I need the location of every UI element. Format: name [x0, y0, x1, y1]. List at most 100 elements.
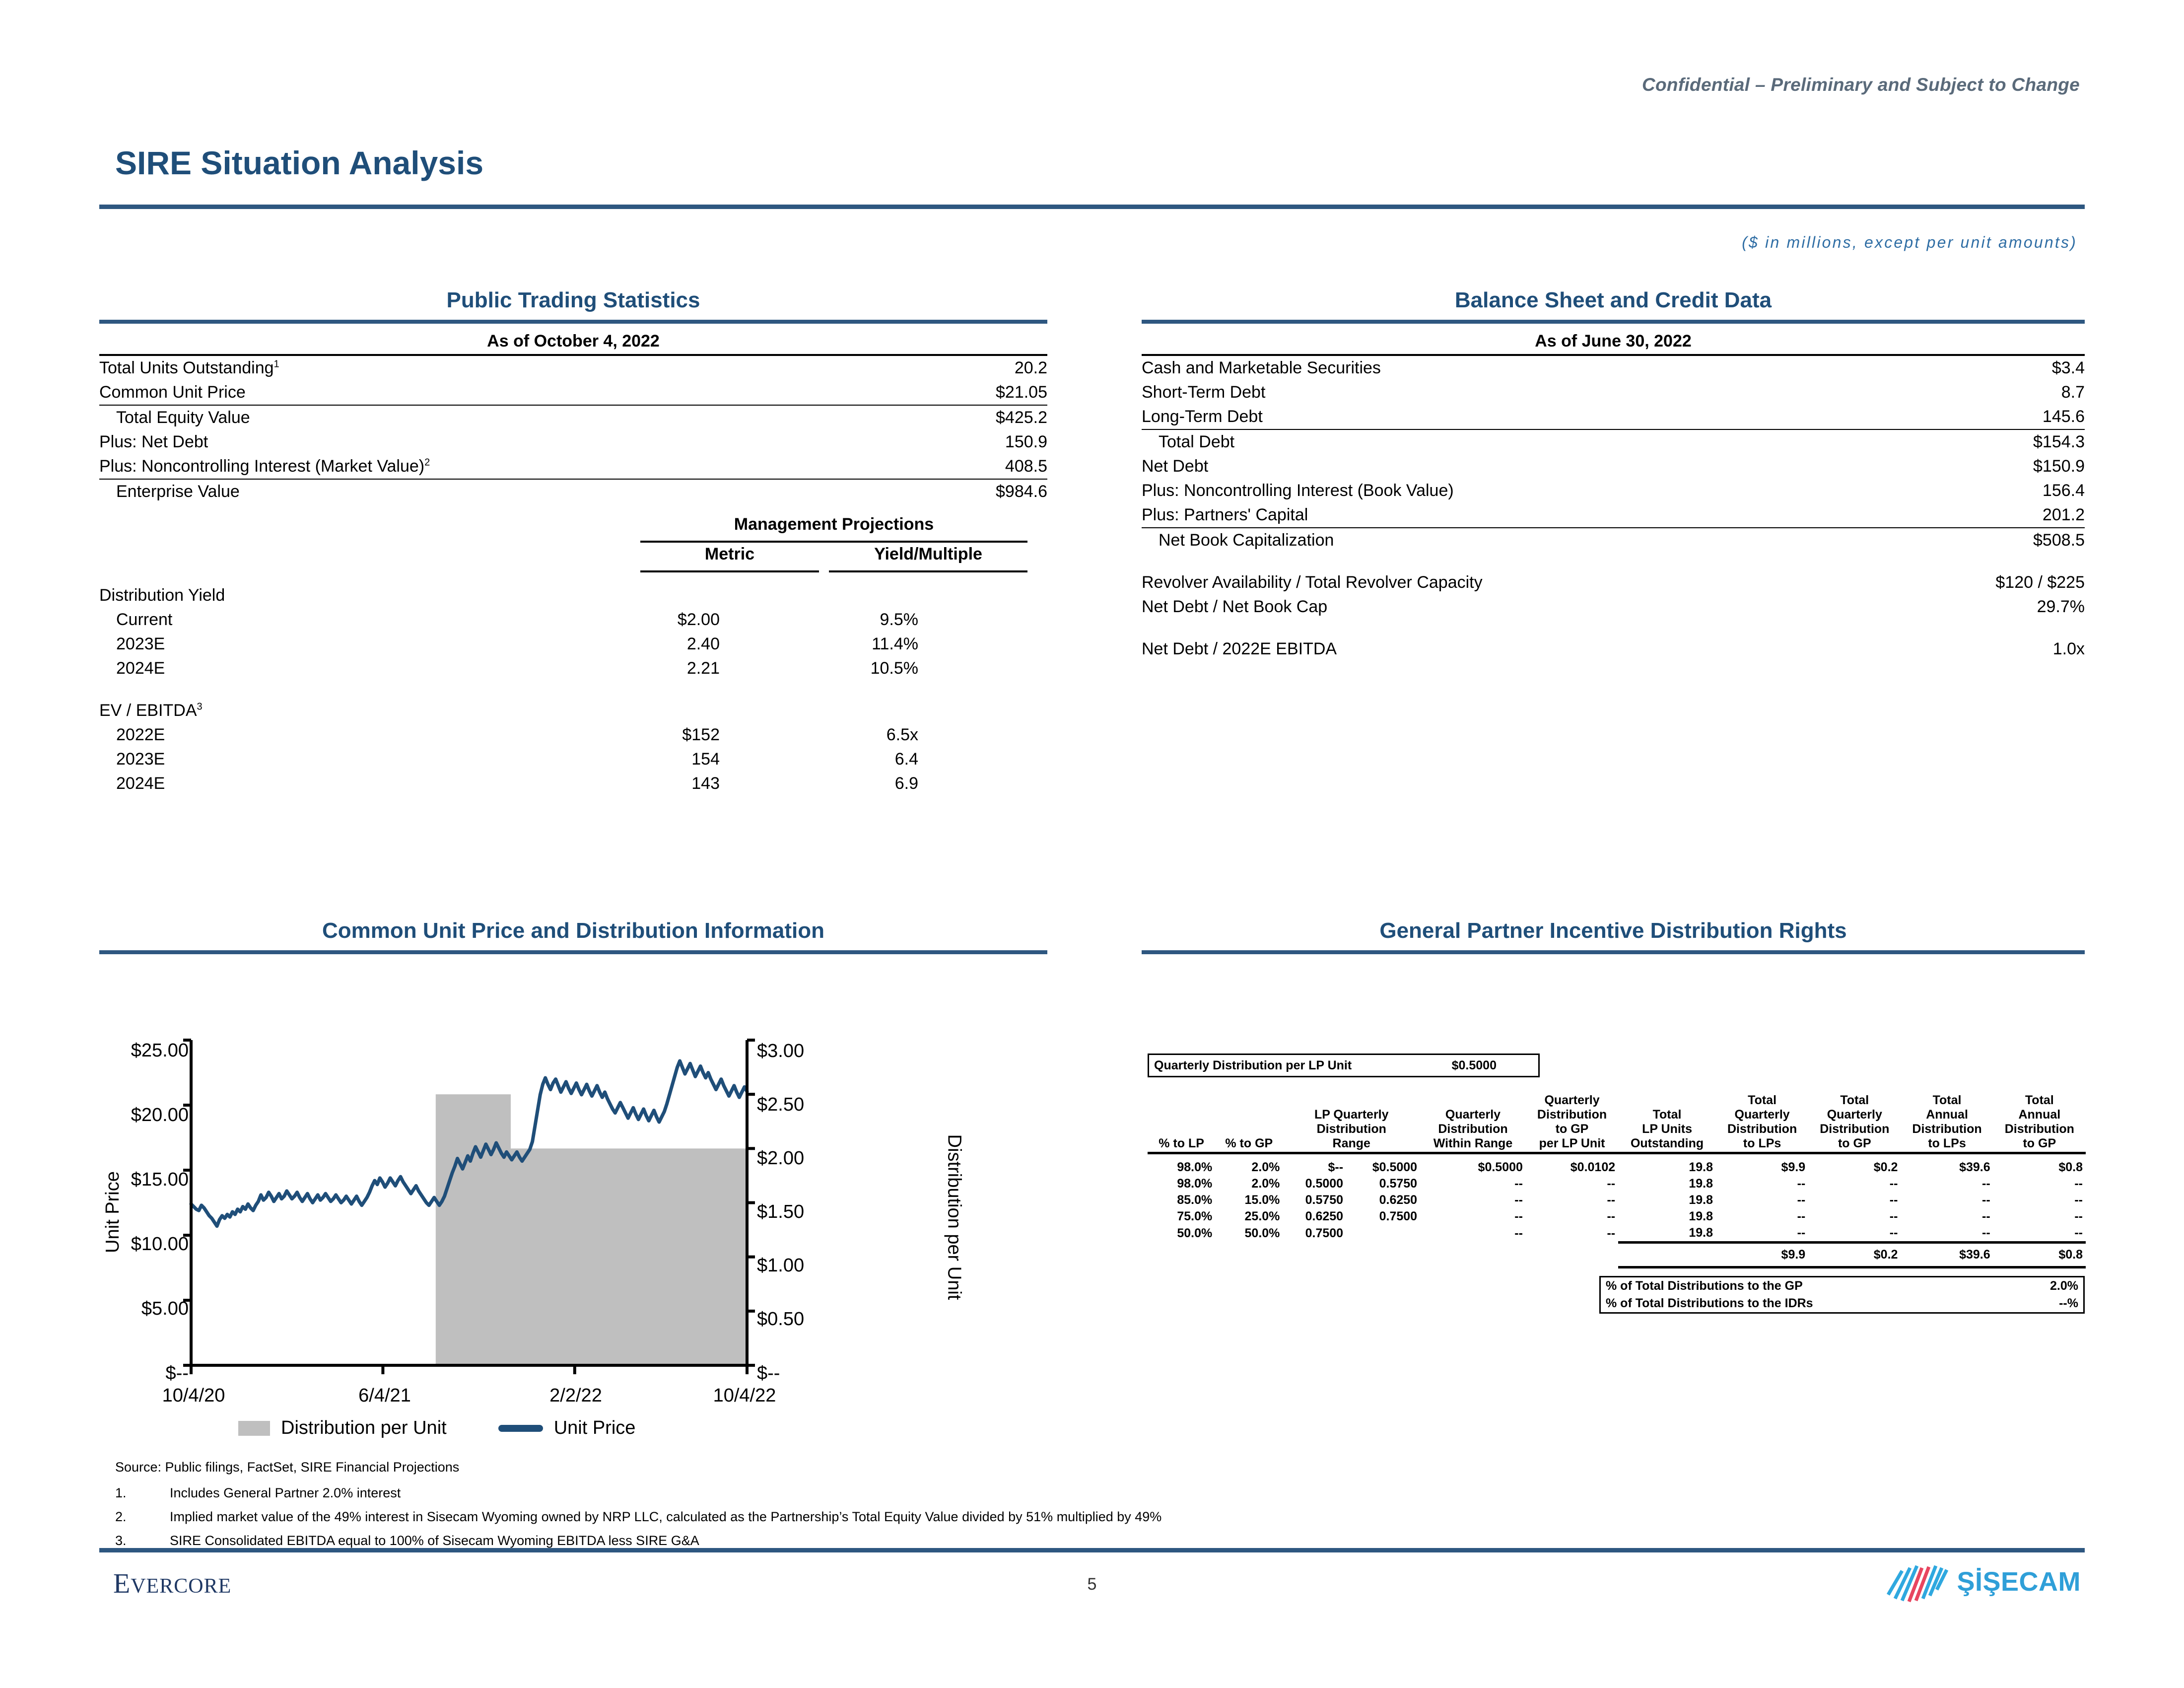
idr-cell-ta-gp: -- — [2074, 1177, 2083, 1191]
public-trading-panel: Public Trading Statistics As of October … — [99, 288, 1047, 796]
idr-cell-to-gp-per-unit: -- — [1607, 1177, 1616, 1191]
idr-panel-title: General Partner Incentive Distribution R… — [1379, 918, 1847, 943]
idr-cell-range-low: 0.6250 — [1305, 1209, 1344, 1223]
table-row: 2023E 2.40 11.4% — [99, 632, 1047, 656]
idr-col-pct-gp: % to GP — [1215, 1092, 1283, 1154]
footnote-ref: 2 — [424, 457, 430, 468]
sisecam-logo: ŞİŞECAM — [1885, 1559, 2081, 1605]
idr-cell-tq-lps: -- — [1797, 1209, 1806, 1223]
idr-cell-to-gp-per-unit: -- — [1607, 1193, 1616, 1207]
idr-row: 98.0% 2.0% $-- $0.5000 $0.5000 $0.0102 19.8 $9.… — [1148, 1153, 2086, 1176]
row-yield: 6.5x — [886, 725, 918, 744]
idr-col-within-range: Quarterly Distribution Within Range — [1420, 1092, 1526, 1154]
footnote-3-num: 3. — [115, 1533, 127, 1548]
idr-table: % to LP % to GP LP Quarterly Distributio… — [1148, 1092, 2086, 1268]
distribution-bar-1 — [511, 1148, 747, 1365]
row-metric: 2.40 — [686, 634, 720, 653]
footnote-ref: 1 — [273, 358, 279, 370]
idr-cell-to-gp-per-unit: -- — [1607, 1209, 1616, 1223]
idr-cell-pct-lp: 85.0% — [1177, 1193, 1213, 1207]
idr-cell-range-low: 0.5750 — [1305, 1193, 1344, 1207]
idr-cell-pct-lp: 75.0% — [1177, 1209, 1213, 1223]
idr-col-lp-units: Total LP Units Outstanding — [1618, 1092, 1716, 1154]
row-yield: 6.4 — [894, 750, 918, 769]
row-yield: 10.5% — [870, 659, 918, 678]
chart-panel-divider — [99, 950, 1047, 954]
row-label: Long-Term Debt — [1142, 407, 1263, 426]
pct-idr-label: % of Total Distributions to the IDRs — [1606, 1296, 1813, 1310]
idr-total-tq-lps: $9.9 — [1716, 1241, 1809, 1268]
idr-cell-lp-units: 19.8 — [1689, 1226, 1713, 1240]
idr-cell-tq-lps: -- — [1797, 1226, 1806, 1240]
idr-cell-tq-lps: -- — [1797, 1193, 1806, 1207]
row-label: Net Debt / 2022E EBITDA — [1142, 639, 1337, 658]
idr-cell-range-low: 0.5000 — [1305, 1177, 1344, 1191]
projections-rule-yield — [829, 570, 1027, 572]
management-projections-header: Management Projections Metric Yield/Mult… — [99, 515, 1047, 574]
distribution-bar-0 — [435, 1094, 511, 1365]
row-value: 201.2 — [2042, 505, 2085, 524]
qd-label: Quarterly Distribution per LP Unit — [1154, 1058, 1352, 1072]
idr-row: 98.0% 2.0% 0.5000 0.5750 -- -- 19.8 -- -- -- -- — [1148, 1176, 2086, 1192]
idr-row: 50.0% 50.0% 0.7500 -- -- 19.8 -- -- -- -- — [1148, 1225, 2086, 1243]
row-label: 2023E — [116, 750, 165, 769]
row-yield: 9.5% — [880, 610, 919, 629]
row-value: 8.7 — [2061, 383, 2085, 402]
row-label: Net Debt — [1142, 457, 1209, 476]
table-row: Current $2.00 9.5% — [99, 608, 1047, 632]
pct-gp-row: % of Total Distributions to the GP 2.0% — [1601, 1277, 2083, 1295]
table-row: Plus: Net Debt 150.9 — [99, 430, 1047, 454]
row-label: Plus: Net Debt — [99, 432, 208, 451]
row-label: Cash and Marketable Securities — [1142, 354, 1889, 380]
row-label: 2024E — [116, 774, 165, 793]
table-row: Total Debt $154.3 — [1142, 429, 2085, 454]
idr-cell-tq-gp: -- — [1889, 1209, 1898, 1223]
row-label: Total Units Outstanding — [99, 358, 274, 377]
balance-sheet-table: Cash and Marketable Securities $3.4 Shor… — [1142, 354, 2085, 661]
row-value: $984.6 — [919, 479, 1047, 504]
idr-cell-range-low: 0.7500 — [1305, 1226, 1344, 1241]
pct-gp-value: 2.0% — [2050, 1279, 2078, 1293]
idr-cell-within-range: -- — [1514, 1209, 1523, 1223]
idr-row: 75.0% 25.0% 0.6250 0.7500 -- -- 19.8 -- -- -- -- — [1148, 1208, 2086, 1225]
row-label: Plus: Noncontrolling Interest (Market Va… — [99, 457, 425, 476]
row-value: $120 / $225 — [1995, 573, 2085, 592]
row-label: Revolver Availability / Total Revolver C… — [1142, 573, 1483, 592]
title-divider — [99, 205, 2085, 209]
idr-panel-divider — [1142, 950, 2085, 954]
confidential-notice: Confidential – Preliminary and Subject t… — [1642, 74, 2080, 95]
row-label: Short-Term Debt — [1142, 383, 1266, 402]
distribution-percent-box: % of Total Distributions to the GP 2.0% … — [1599, 1276, 2085, 1314]
legend-label-distribution: Distribution per Unit — [281, 1417, 447, 1438]
page-number: 5 — [1087, 1575, 1097, 1594]
row-value: $150.9 — [2033, 457, 2085, 476]
row-metric: $2.00 — [677, 610, 720, 629]
chart-legend: Distribution per Unit Unit Price — [238, 1417, 635, 1439]
table-row: Plus: Noncontrolling Interest (Market Va… — [99, 454, 1047, 479]
projections-col-metric: Metric — [704, 545, 755, 563]
idr-cell-ta-lps: -- — [1982, 1193, 1990, 1207]
row-label: Net Debt / Net Book Cap — [1142, 597, 1328, 616]
x-tick-2: 2/2/22 — [549, 1385, 602, 1406]
idr-total-tq-gp: $0.2 — [1808, 1241, 1901, 1268]
idr-col-to-gp-per-unit: Quarterly Distribution to GP per LP Unit — [1525, 1092, 1619, 1154]
idr-cell-tq-gp: -- — [1889, 1193, 1898, 1207]
chart-panel: Common Unit Price and Distribution Infor… — [99, 918, 1047, 954]
table-row: 2024E 143 6.9 — [99, 772, 1047, 796]
idr-cell-pct-gp: 15.0% — [1244, 1193, 1280, 1207]
row-value: 20.2 — [919, 354, 1047, 380]
table-row: Total Equity Value $425.2 — [99, 405, 1047, 430]
table-row: Plus: Partners' Capital 201.2 — [1142, 503, 2085, 528]
row-yield: 6.9 — [894, 774, 918, 793]
x-tick-1: 6/4/21 — [358, 1385, 411, 1406]
idr-total-row: $9.9 $0.2 $39.6 $0.8 — [1148, 1241, 2086, 1268]
table-row: Revolver Availability / Total Revolver C… — [1142, 570, 2085, 595]
idr-col-tq-lps: Total Quarterly Distribution to LPs — [1716, 1092, 1809, 1154]
section-label: Distribution Yield — [99, 586, 225, 605]
footer-divider — [99, 1548, 2085, 1552]
projections-rule-metric — [640, 570, 819, 572]
public-trading-table: Total Units Outstanding1 20.2 Common Uni… — [99, 354, 1047, 504]
idr-col-range: LP Quarterly Distribution Range — [1283, 1092, 1421, 1154]
table-row: 2022E $152 6.5x — [99, 723, 1047, 747]
idr-cell-within-range: -- — [1514, 1177, 1523, 1191]
